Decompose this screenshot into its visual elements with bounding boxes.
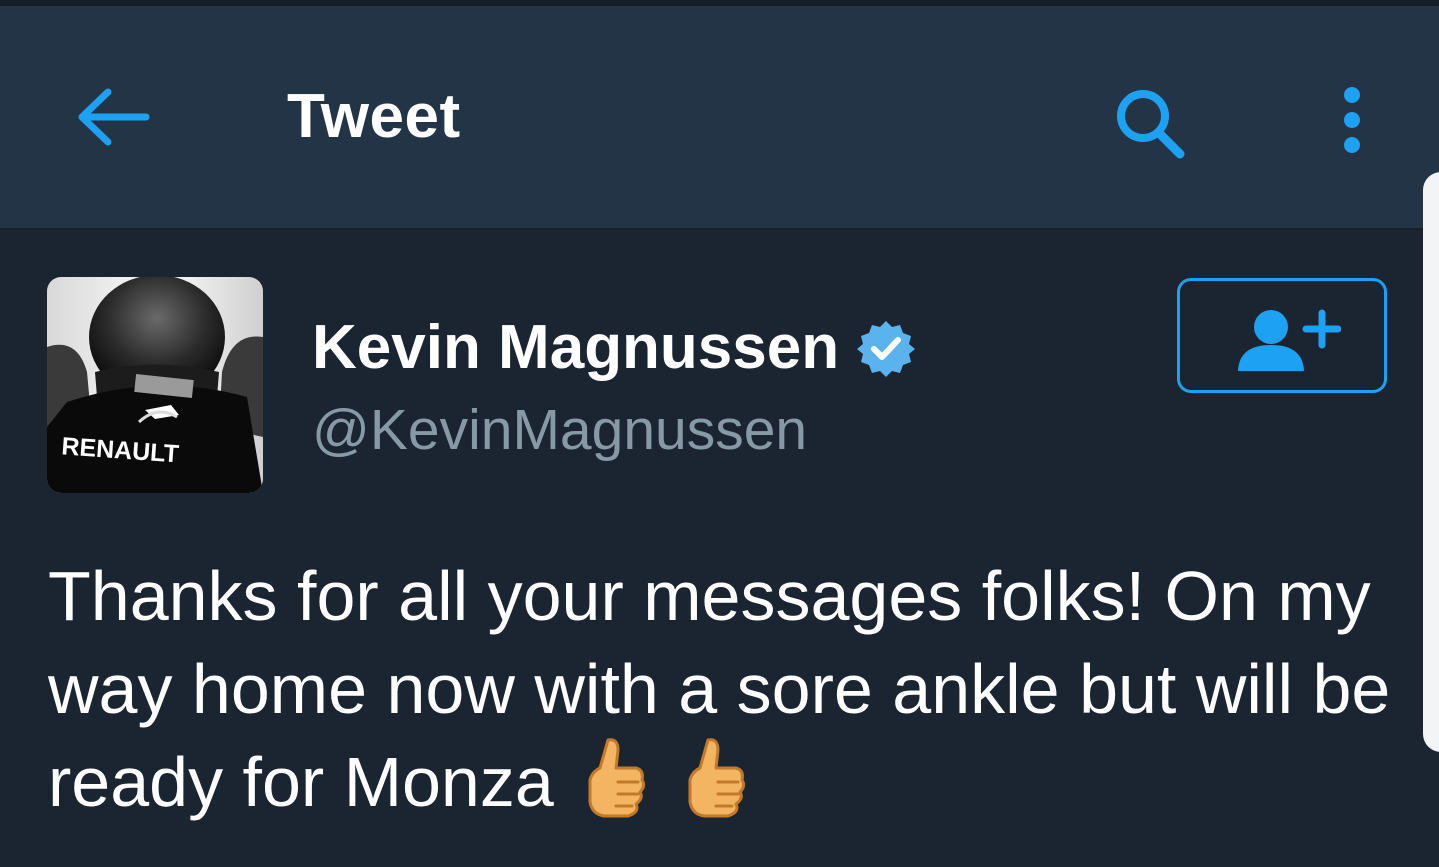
app-header: Tweet <box>0 6 1439 230</box>
author-handle[interactable]: @KevinMagnussen <box>312 402 807 459</box>
more-vertical-icon <box>1344 87 1360 153</box>
avatar-image: RENAULT <box>47 277 263 493</box>
tweet-detail-screen: Tweet RENAULT Kevin Magnussen @KevinMagn… <box>0 0 1439 867</box>
follow-button[interactable] <box>1177 278 1387 393</box>
avatar[interactable]: RENAULT <box>47 277 263 493</box>
more-options-button[interactable] <box>1330 86 1374 158</box>
author-name-row[interactable]: Kevin Magnussen <box>312 316 917 380</box>
back-button[interactable] <box>72 84 154 150</box>
thumbs-up-icon <box>588 738 645 818</box>
verified-badge-icon <box>857 321 916 377</box>
scroll-edge <box>1423 172 1439 752</box>
author-display-name[interactable]: Kevin Magnussen <box>312 317 839 379</box>
arrow-left-icon <box>78 88 150 146</box>
search-icon <box>1117 90 1185 159</box>
page-title: Tweet <box>287 82 461 151</box>
add-user-icon <box>1238 309 1341 371</box>
search-button[interactable] <box>1110 84 1190 160</box>
tweet-body: Thanks for all your messages folks! On m… <box>48 550 1398 829</box>
thumbs-up-icon <box>688 738 745 818</box>
